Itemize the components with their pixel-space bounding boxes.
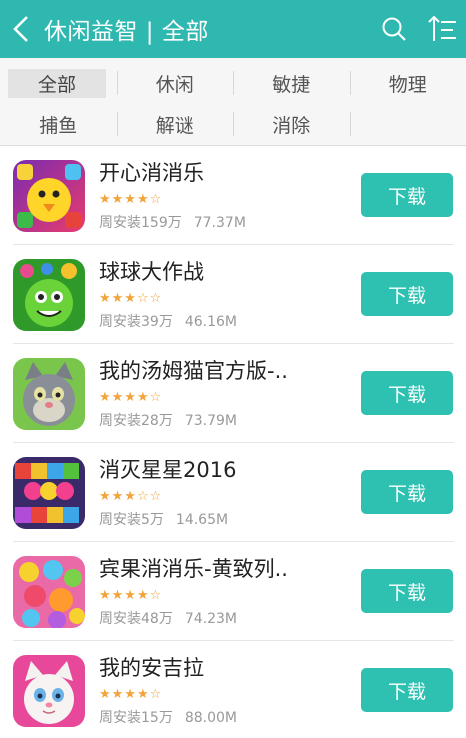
search-icon xyxy=(382,17,406,41)
tab-puzzle[interactable]: 解谜 xyxy=(116,105,234,143)
tab-label: 捕鱼 xyxy=(39,114,78,137)
rating-stars: ★★★☆☆ xyxy=(99,489,163,504)
app-name: 开心消消乐 xyxy=(99,161,204,185)
app-list: 开心消消乐 ★★★★☆ 周安装159万 77.37M 下载 球球大作战 ★★★☆☆… xyxy=(0,146,466,738)
app-size: 46.16M xyxy=(184,314,237,330)
install-count: 周安装5万 xyxy=(99,512,164,528)
tab-label: 敏捷 xyxy=(272,73,311,96)
app-size: 88.00M xyxy=(184,710,237,726)
page-title: 休闲益智 | 全部 xyxy=(44,19,209,45)
install-count: 周安装28万 xyxy=(99,413,173,429)
app-size: 77.37M xyxy=(193,215,246,231)
download-button[interactable]: 下载 xyxy=(361,470,453,514)
app-size: 14.65M xyxy=(175,512,229,528)
list-item[interactable]: 我的汤姆猫官方版-.. ★★★★☆ 周安装28万 73.79M 下载 xyxy=(0,344,466,443)
install-count: 周安装159万 xyxy=(99,215,182,231)
back-arrow-icon xyxy=(13,16,28,42)
app-size: 73.79M xyxy=(184,413,237,429)
tab-physics[interactable]: 物理 xyxy=(349,64,466,102)
top-bar: 休闲益智 | 全部 xyxy=(0,0,466,58)
rating-stars: ★★★★☆ xyxy=(99,192,163,207)
tab-empty xyxy=(349,105,466,143)
search-button[interactable] xyxy=(378,13,410,45)
install-count: 周安装48万 xyxy=(99,611,173,627)
rating-stars: ★★★★☆ xyxy=(99,588,163,603)
tab-casual[interactable]: 休闲 xyxy=(116,64,234,102)
tab-label: 休闲 xyxy=(155,73,194,96)
tab-label: 解谜 xyxy=(155,114,194,137)
download-button[interactable]: 下载 xyxy=(361,569,453,613)
tab-label: 全部 xyxy=(8,68,107,98)
back-button[interactable] xyxy=(0,0,42,58)
tab-label: 消除 xyxy=(272,114,311,137)
app-icon-kaixin xyxy=(13,159,85,232)
app-size: 74.23M xyxy=(184,611,237,627)
app-icon-popstar xyxy=(13,456,85,529)
list-item[interactable]: 宾果消消乐-黄致列.. ★★★★☆ 周安装48万 74.23M 下载 xyxy=(0,542,466,641)
category-tabs: 全部 休闲 敏捷 物理 捕鱼 解谜 消除 xyxy=(0,58,466,146)
rating-stars: ★★★☆☆ xyxy=(99,291,163,306)
download-button[interactable]: 下载 xyxy=(361,668,453,712)
app-name: 我的汤姆猫官方版-.. xyxy=(99,359,288,383)
sort-button[interactable] xyxy=(426,13,458,45)
download-button[interactable]: 下载 xyxy=(361,173,453,217)
list-item[interactable]: 消灭星星2016 ★★★☆☆ 周安装5万 14.65M 下载 xyxy=(0,443,466,542)
app-icon-bingo xyxy=(13,555,85,628)
rating-stars: ★★★★☆ xyxy=(99,390,163,405)
app-icon-angela xyxy=(13,654,85,727)
list-item[interactable]: 我的安吉拉 ★★★★☆ 周安装15万 88.00M 下载 xyxy=(0,641,466,738)
tab-label: 物理 xyxy=(388,73,427,96)
download-button[interactable]: 下载 xyxy=(361,371,453,415)
app-name: 我的安吉拉 xyxy=(99,656,204,680)
list-item[interactable]: 球球大作战 ★★★☆☆ 周安装39万 46.16M 下载 xyxy=(0,245,466,344)
download-button[interactable]: 下载 xyxy=(361,272,453,316)
install-count: 周安装15万 xyxy=(99,710,173,726)
app-name: 球球大作战 xyxy=(99,260,204,284)
tab-all[interactable]: 全部 xyxy=(0,64,117,102)
tab-fishing[interactable]: 捕鱼 xyxy=(0,105,117,143)
app-icon-qiuqiu xyxy=(13,258,85,331)
app-name: 宾果消消乐-黄致列.. xyxy=(99,557,288,581)
app-icon-tom xyxy=(13,357,85,430)
sort-icon xyxy=(428,15,456,41)
rating-stars: ★★★★☆ xyxy=(99,687,163,702)
tab-agility[interactable]: 敏捷 xyxy=(233,64,350,102)
app-name: 消灭星星2016 xyxy=(99,458,237,482)
list-item[interactable]: 开心消消乐 ★★★★☆ 周安装159万 77.37M 下载 xyxy=(0,146,466,245)
tab-match[interactable]: 消除 xyxy=(233,105,350,143)
install-count: 周安装39万 xyxy=(99,314,173,330)
